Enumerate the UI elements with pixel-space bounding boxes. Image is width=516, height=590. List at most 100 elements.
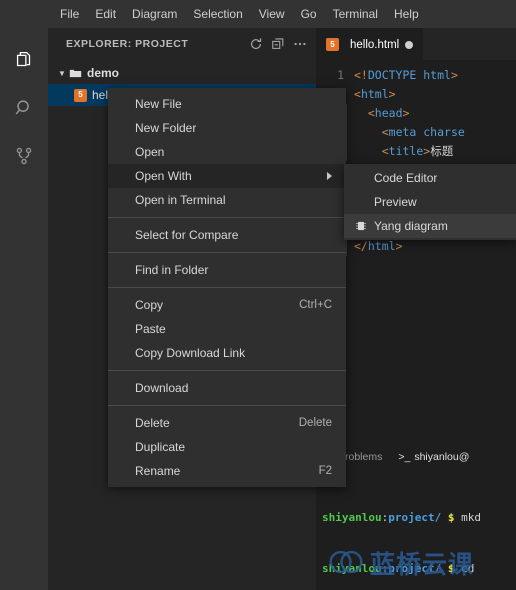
ctx-item-delete[interactable]: Delete Delete [108,411,346,435]
code-content: <head> [345,104,409,123]
term-cmd: mkd [461,511,481,524]
token: > [388,87,396,101]
token: </ [354,239,368,253]
submenu-item-preview[interactable]: Preview [344,190,516,214]
tree-folder-label: demo [87,66,120,80]
ctx-item-new-folder[interactable]: New Folder [108,116,346,140]
menu-terminal[interactable]: Terminal [325,3,386,25]
token: <! [354,68,368,82]
explorer-icon[interactable] [0,36,48,84]
token: < [381,125,389,139]
submenu-label: Preview [374,195,417,209]
terminal-line: shiyanlou:project/ $ mkd [322,511,481,524]
open-with-submenu: Code Editor Preview Yang diagram [344,164,516,240]
ctx-item-copy-download-link[interactable]: Copy Download Link [108,341,346,365]
ctx-label: Open in Terminal [135,193,226,207]
menu-diagram[interactable]: Diagram [124,3,185,25]
term-user: shiyanlou [322,562,382,575]
menu-bar: File Edit Diagram Selection View Go Term… [0,0,516,28]
submenu-item-code-editor[interactable]: Code Editor [344,166,516,190]
ctx-shortcut: F2 [318,465,332,477]
code-line: 4 <meta charse [316,123,516,142]
token: html [360,87,389,101]
terminal-icon: >_ [398,451,411,463]
tab-terminal-label: shiyanlou@ [414,451,470,463]
submenu-label: Yang diagram [374,219,448,233]
ctx-item-new-file[interactable]: New File [108,92,346,116]
code-line: 3 <head> [316,104,516,123]
chevron-right-icon [327,172,332,180]
unsaved-indicator-icon[interactable] [405,40,414,49]
token: html [367,239,396,253]
term-path: project/ [388,511,442,524]
html-file-icon: 5 [326,38,339,51]
sidebar-actions [246,34,310,54]
panel-tabs: Problems >_ shiyanlou@ [316,443,516,471]
ctx-item-open-with[interactable]: Open With [108,164,346,188]
chip-icon [354,220,367,232]
ctx-label: New Folder [135,121,197,135]
code-line: 5 <title>标题 [316,142,516,161]
refresh-icon[interactable] [246,34,266,54]
menu-selection[interactable]: Selection [185,3,250,25]
menu-separator [108,287,346,288]
source-control-icon[interactable] [0,132,48,180]
ctx-item-open[interactable]: Open [108,140,346,164]
menu-separator [108,217,346,218]
token: > [450,68,458,82]
tab-hello-html[interactable]: 5 hello.html [316,28,424,60]
sidebar-header: EXPLORER: PROJECT [48,28,316,60]
ctx-label: Open With [135,169,192,183]
token: < [381,144,389,158]
ctx-item-open-in-terminal[interactable]: Open in Terminal [108,188,346,212]
code-content: <meta charse [346,123,465,142]
menu-file[interactable]: File [52,3,87,25]
token: > [395,239,403,253]
token: DOCTYPE html [367,68,451,82]
token: title [388,144,424,158]
submenu-item-yang-diagram[interactable]: Yang diagram [344,214,516,238]
ctx-item-paste[interactable]: Paste [108,317,346,341]
editor-tabbar: 5 hello.html [316,28,516,60]
term-user: shiyanlou [322,511,382,524]
ctx-item-find-in-folder[interactable]: Find in Folder [108,258,346,282]
menu-view[interactable]: View [251,3,293,25]
context-menu: New File New Folder Open Open With Open … [108,88,346,487]
ctx-label: New File [135,97,182,111]
menu-separator [108,252,346,253]
code-line: 2 <html> [316,85,516,104]
token: 标题 [430,144,454,158]
line-number: 1 [337,68,344,82]
activity-bar [0,28,48,590]
ctx-label: Rename [135,464,181,478]
collapse-all-icon[interactable] [268,34,288,54]
ctx-label: Copy Download Link [135,346,246,360]
code-content: <title>标题 [345,142,454,161]
ctx-label: Open [135,145,165,159]
menu-go[interactable]: Go [293,3,325,25]
menu-separator [108,370,346,371]
ctx-item-duplicate[interactable]: Duplicate [108,435,346,459]
tab-terminal[interactable]: >_ shiyanlou@ [398,451,469,463]
ctx-label: Select for Compare [135,228,239,242]
ctx-item-copy[interactable]: Copy Ctrl+C [108,293,346,317]
search-icon[interactable] [0,84,48,132]
more-actions-icon[interactable] [290,34,310,54]
term-path: project/ [388,562,442,575]
ctx-shortcut: Delete [298,417,332,429]
code-content: <!DOCTYPE html> [354,66,458,85]
menu-separator [108,405,346,406]
tree-folder-demo[interactable]: ▼ demo [48,62,316,84]
menu-help[interactable]: Help [386,3,427,25]
ctx-label: Paste [135,322,166,336]
ctx-item-download[interactable]: Download [108,376,346,400]
ctx-item-select-for-compare[interactable]: Select for Compare [108,223,346,247]
menu-edit[interactable]: Edit [87,3,124,25]
submenu-label: Code Editor [374,171,438,185]
code-content: <html> [354,85,396,104]
terminal-output[interactable]: shiyanlou:project/ $ mkd shiyanlou:proje… [316,471,516,590]
ctx-label: Copy [135,298,164,312]
ctx-item-rename[interactable]: Rename F2 [108,459,346,483]
ctx-shortcut: Ctrl+C [299,299,332,311]
code-line: 1 <!DOCTYPE html> [316,66,516,85]
